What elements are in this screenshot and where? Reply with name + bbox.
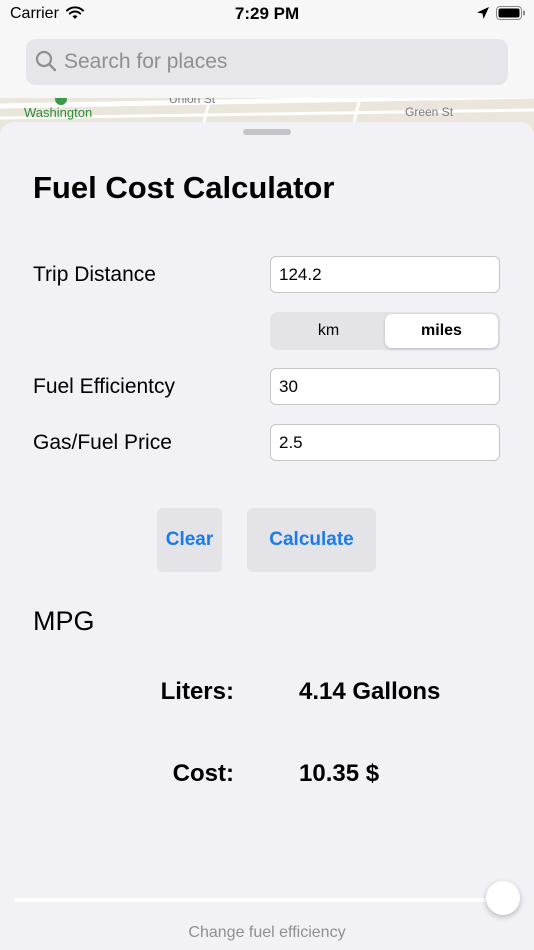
page-title: Fuel Cost Calculator: [33, 170, 335, 205]
map-label-green-st: Green St: [405, 105, 454, 119]
status-time: 7:29 PM: [234, 4, 300, 23]
location-arrow-icon: [476, 6, 490, 25]
efficiency-slider-thumb[interactable]: [486, 881, 520, 915]
fuel-price-label: Gas/Fuel Price: [33, 431, 172, 454]
cost-value: 10.35 $: [299, 760, 380, 787]
trip-distance-label: Trip Distance: [33, 263, 156, 286]
efficiency-unit-label: MPG: [33, 606, 95, 636]
sheet-grabber[interactable]: [243, 129, 291, 135]
efficiency-slider-track[interactable]: [14, 898, 504, 902]
search-icon: [35, 50, 57, 77]
map-label-washington: Washington: [24, 105, 93, 120]
distance-unit-selector[interactable]: km miles: [270, 312, 500, 350]
fuel-price-field[interactable]: [270, 424, 500, 461]
clear-button[interactable]: Clear: [157, 508, 222, 572]
battery-icon: [496, 6, 526, 25]
calculate-button[interactable]: Calculate: [247, 508, 376, 572]
trip-distance-field[interactable]: [270, 256, 500, 293]
map-label-union-st: Union St: [169, 98, 216, 106]
unit-km-segment[interactable]: km: [272, 314, 385, 348]
calculator-sheet: Fuel Cost Calculator Trip Distance km mi…: [0, 122, 534, 950]
search-header: [0, 28, 534, 98]
liters-value: 4.14 Gallons: [299, 678, 441, 705]
slider-caption: Change fuel efficiency: [188, 924, 346, 941]
status-bar: Carrier 7:29 PM: [0, 0, 534, 28]
cost-label: Cost:: [172, 760, 234, 787]
fuel-efficiency-label: Fuel Efficientcy: [33, 375, 176, 398]
fuel-efficiency-field[interactable]: [270, 368, 500, 405]
search-input[interactable]: [64, 45, 494, 79]
unit-miles-segment[interactable]: miles: [385, 314, 498, 348]
liters-label: Liters:: [160, 678, 234, 705]
search-bar[interactable]: [26, 39, 508, 85]
